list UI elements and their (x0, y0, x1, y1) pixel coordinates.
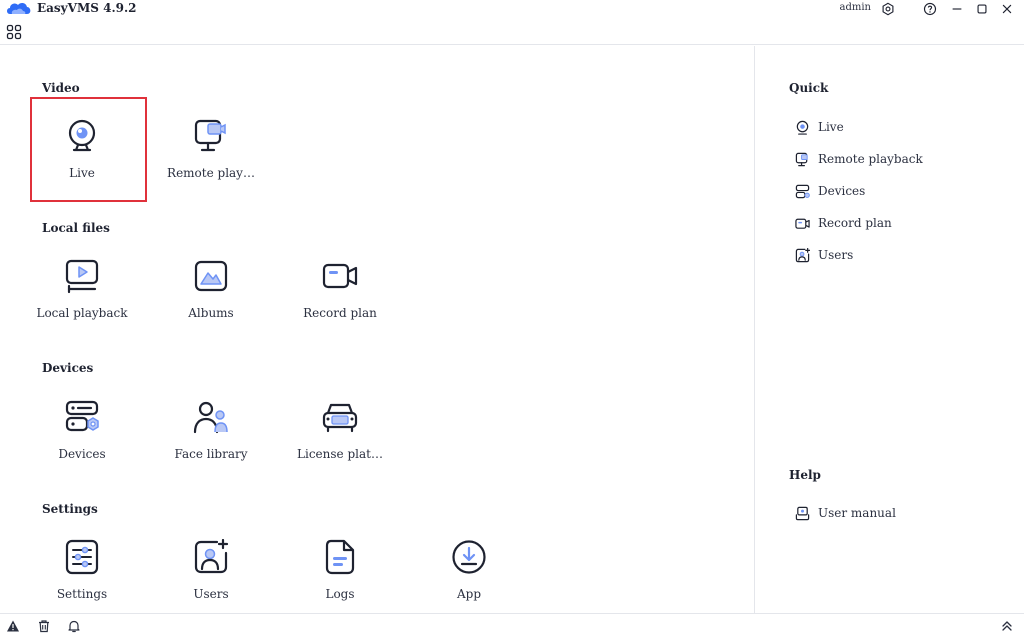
help-title: Help (789, 468, 821, 482)
app-logo-icon (7, 2, 31, 14)
quick-item-label: Live (818, 120, 844, 134)
quick-item-label: Devices (818, 184, 866, 198)
devices-icon (795, 184, 810, 198)
record-plan-icon (322, 263, 358, 289)
tile-remote-playback[interactable]: Remote play… (151, 118, 271, 198)
quick-item-users[interactable]: Users (795, 246, 853, 264)
quick-item-label: Remote playback (818, 152, 923, 166)
status-bar (0, 613, 1024, 637)
section-title-devices: Devices (42, 361, 94, 375)
record-plan-icon (795, 218, 810, 229)
section-title-video: Video (42, 81, 80, 95)
add-user-icon (194, 539, 229, 574)
tile-label: Albums (188, 306, 234, 320)
local-playback-icon (65, 259, 99, 294)
tile-face-library[interactable]: Face library (151, 399, 271, 479)
remote-playback-icon (795, 152, 808, 166)
users-icon (795, 247, 810, 262)
albums-icon (194, 260, 228, 292)
tile-app[interactable]: App (409, 539, 529, 619)
tile-label: Local playback (36, 306, 128, 320)
help-item-user-manual[interactable]: User manual (795, 504, 896, 522)
side-panel: Quick Live Remote playback Devices Recor… (756, 46, 1024, 613)
toolbar (0, 22, 1024, 45)
apps-grid-icon[interactable] (6, 24, 22, 40)
tile-label: Settings (56, 587, 108, 601)
tile-local-playback[interactable]: Local playback (22, 258, 142, 338)
quick-item-remote-playback[interactable]: Remote playback (795, 150, 923, 168)
settings-gear-icon[interactable] (880, 1, 896, 17)
tile-label: Face library (174, 447, 248, 461)
user-manual-icon (795, 506, 810, 520)
tile-record-plan[interactable]: Record plan (280, 258, 400, 338)
current-user[interactable]: admin (840, 2, 871, 13)
bell-icon[interactable] (67, 619, 81, 633)
title-bar: EasyVMS 4.9.2 admin (0, 0, 1024, 18)
tile-label: License plat… (297, 447, 383, 461)
trash-icon[interactable] (37, 619, 51, 633)
devices-icon (65, 400, 99, 432)
download-icon (452, 540, 486, 574)
quick-item-label: Users (818, 248, 854, 262)
tile-logs[interactable]: Logs (280, 539, 400, 619)
tile-label: Record plan (303, 306, 377, 320)
chevron-double-up-icon[interactable] (1000, 619, 1014, 633)
selection-highlight (30, 97, 147, 202)
help-item-label: User manual (818, 506, 896, 520)
maximize-icon[interactable] (974, 1, 990, 17)
license-plate-icon (322, 403, 358, 433)
remote-playback-icon (194, 119, 226, 152)
main-panel: Video Live Remote play… Local files Loca… (0, 46, 755, 613)
tile-label: Devices (58, 447, 106, 461)
quick-item-devices[interactable]: Devices (795, 182, 865, 200)
warning-icon[interactable] (6, 619, 20, 633)
tile-albums[interactable]: Albums (151, 258, 271, 338)
tile-label: App (456, 587, 482, 601)
close-icon[interactable] (999, 1, 1015, 17)
app-title: EasyVMS 4.9.2 (37, 1, 137, 15)
face-library-icon (193, 401, 228, 434)
tile-license-plate[interactable]: License plat… (280, 399, 400, 479)
section-title-local-files: Local files (42, 221, 110, 235)
quick-title: Quick (789, 81, 829, 95)
quick-item-label: Record plan (818, 216, 892, 230)
tile-label: Logs (325, 587, 355, 601)
section-title-settings: Settings (42, 502, 98, 516)
tile-devices[interactable]: Devices (22, 399, 142, 479)
tile-users[interactable]: Users (151, 539, 271, 619)
quick-item-live[interactable]: Live (795, 118, 844, 136)
tile-settings[interactable]: Settings (22, 539, 142, 619)
webcam-icon (796, 120, 809, 135)
quick-item-record-plan[interactable]: Record plan (795, 214, 892, 232)
settings-sliders-icon (65, 539, 99, 575)
help-icon[interactable] (922, 1, 938, 17)
logs-icon (325, 539, 355, 575)
tile-label: Remote play… (167, 166, 255, 180)
minimize-icon[interactable] (949, 1, 965, 17)
tile-label: Users (193, 587, 229, 601)
